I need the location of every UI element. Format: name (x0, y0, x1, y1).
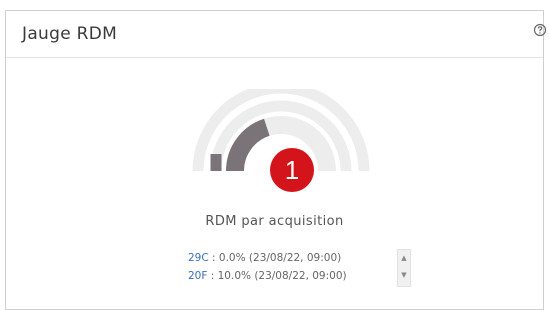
widget-header: Jauge RDM (6, 11, 547, 58)
acquisition-list: 29C : 0.0% (23/08/22, 09:00) 20F : 10.0%… (188, 249, 368, 285)
scroll-up-icon[interactable]: ▲ (398, 250, 410, 267)
gauge-fill (226, 118, 271, 172)
annotation-marker: 1 (270, 148, 314, 192)
acquisition-item: 20F : 10.0% (23/08/22, 09:00) (188, 267, 368, 285)
acquisition-code-link[interactable]: 29C (188, 252, 209, 264)
acquisition-code-link[interactable]: 20F (188, 270, 207, 282)
gauge-label: RDM par acquisition (205, 214, 344, 229)
widget-title: Jauge RDM (22, 24, 118, 44)
list-scrollbar[interactable]: ▲ ▼ (397, 249, 411, 287)
scroll-down-icon[interactable]: ▼ (398, 267, 410, 284)
acquisition-detail: : 0.0% (23/08/22, 09:00) (208, 252, 342, 264)
acquisition-item: 29C : 0.0% (23/08/22, 09:00) (188, 249, 368, 267)
help-circle-icon[interactable] (533, 23, 547, 37)
acquisition-detail: : 10.0% (23/08/22, 09:00) (207, 270, 347, 282)
gauge-widget: Jauge RDM 1 RDM par acquisition 29C : 0.… (5, 10, 547, 310)
